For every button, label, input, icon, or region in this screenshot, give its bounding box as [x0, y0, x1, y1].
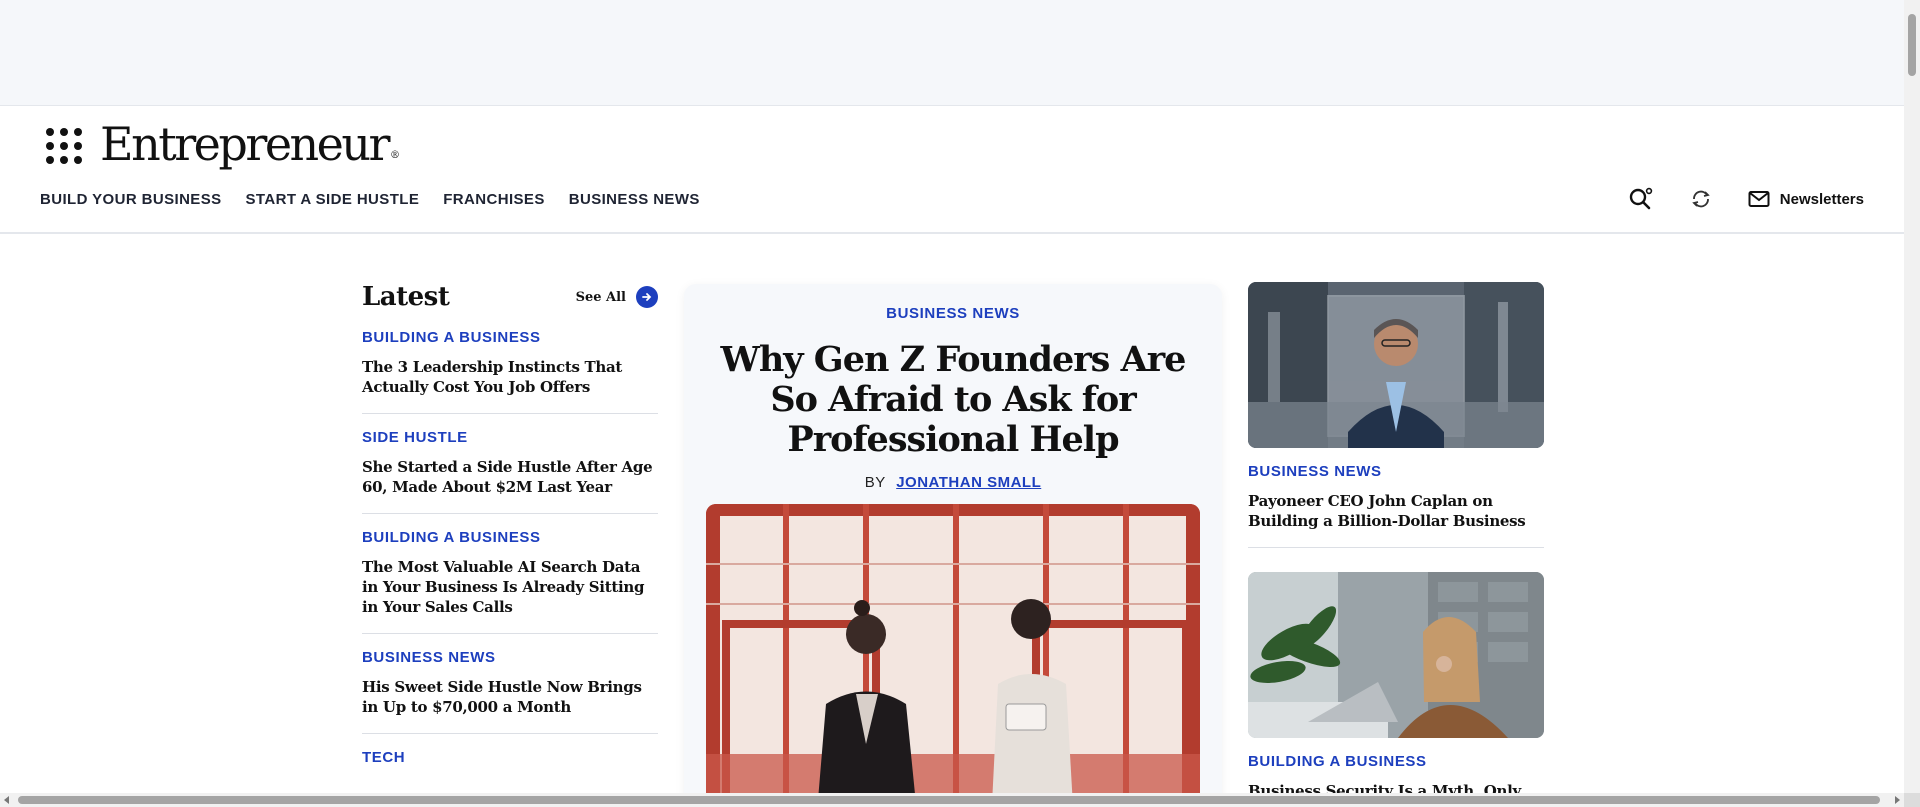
nav-franchises[interactable]: FRANCHISES — [443, 190, 545, 210]
scroll-right-icon[interactable] — [1895, 796, 1900, 804]
refresh-icon[interactable] — [1688, 186, 1714, 212]
list-item: TECH — [362, 734, 658, 784]
list-item: BUSINESS NEWS Payoneer CEO John Caplan o… — [1248, 282, 1544, 548]
scroll-left-icon[interactable] — [4, 796, 9, 804]
scrollbar-corner — [1904, 793, 1920, 807]
nav-build-your-business[interactable]: BUILD YOUR BUSINESS — [40, 190, 222, 210]
article-headline[interactable]: The 3 Leadership Instincts That Actually… — [362, 357, 658, 397]
byline-label: BY — [864, 474, 886, 491]
category-link[interactable]: BUILDING A BUSINESS — [362, 528, 658, 548]
article-headline[interactable]: She Started a Side Hustle After Age 60, … — [362, 457, 658, 497]
list-item: BUSINESS NEWS His Sweet Side Hustle Now … — [362, 634, 658, 734]
list-item: SIDE HUSTLE She Started a Side Hustle Af… — [362, 414, 658, 514]
list-item: BUILDING A BUSINESS The Most Valuable AI… — [362, 514, 658, 634]
nav-business-news[interactable]: BUSINESS NEWS — [569, 190, 700, 210]
article-image[interactable] — [1248, 282, 1544, 448]
see-all-label: See All — [575, 289, 626, 305]
newsletters-button[interactable]: Newsletters — [1748, 190, 1864, 208]
vertical-scrollbar[interactable] — [1904, 0, 1920, 807]
featured-category-link[interactable]: BUSINESS NEWS — [684, 304, 1222, 324]
category-link[interactable]: BUILDING A BUSINESS — [362, 328, 658, 348]
featured-article: BUSINESS NEWS Why Gen Z Founders Are So … — [684, 284, 1222, 807]
search-icon[interactable] — [1628, 186, 1654, 212]
byline: BY JONATHAN SMALL — [684, 474, 1222, 491]
ad-banner — [0, 0, 1904, 106]
main-nav: BUILD YOUR BUSINESS START A SIDE HUSTLE … — [40, 190, 700, 210]
list-item: BUILDING A BUSINESS Business Security Is… — [1248, 572, 1544, 807]
featured-image[interactable] — [706, 504, 1200, 807]
mail-icon — [1748, 191, 1770, 207]
category-link[interactable]: SIDE HUSTLE — [362, 428, 658, 448]
right-column: BUSINESS NEWS Payoneer CEO John Caplan o… — [1248, 282, 1544, 807]
horizontal-scrollbar[interactable] — [0, 793, 1904, 807]
featured-headline[interactable]: Why Gen Z Founders Are So Afraid to Ask … — [684, 340, 1222, 460]
author-link[interactable]: JONATHAN SMALL — [896, 474, 1041, 491]
article-headline[interactable]: The Most Valuable AI Search Data in Your… — [362, 557, 658, 617]
list-item: BUILDING A BUSINESS The 3 Leadership Ins… — [362, 314, 658, 414]
article-headline[interactable]: Payoneer CEO John Caplan on Building a B… — [1248, 491, 1544, 531]
header-tools: Newsletters — [1628, 186, 1864, 212]
newsletters-label: Newsletters — [1779, 190, 1864, 208]
arrow-right-icon — [636, 286, 658, 308]
category-link[interactable]: BUSINESS NEWS — [362, 648, 658, 668]
article-image[interactable] — [1248, 572, 1544, 738]
nav-start-a-side-hustle[interactable]: START A SIDE HUSTLE — [246, 190, 420, 210]
category-link[interactable]: BUSINESS NEWS — [1248, 462, 1544, 482]
category-link[interactable]: TECH — [362, 748, 658, 768]
site-logo[interactable]: Entrepreneur ® — [100, 116, 400, 186]
see-all-link[interactable]: See All — [576, 286, 658, 308]
menu-grid-icon[interactable] — [46, 128, 82, 164]
category-link[interactable]: BUILDING A BUSINESS — [1248, 752, 1544, 772]
latest-title: Latest — [362, 282, 450, 312]
article-headline[interactable]: His Sweet Side Hustle Now Brings in Up t… — [362, 677, 658, 717]
site-header: Entrepreneur ® BUILD YOUR BUSINESS START … — [0, 106, 1904, 234]
latest-section: Latest See All BUILDING A BUSINESS The 3… — [362, 280, 658, 784]
